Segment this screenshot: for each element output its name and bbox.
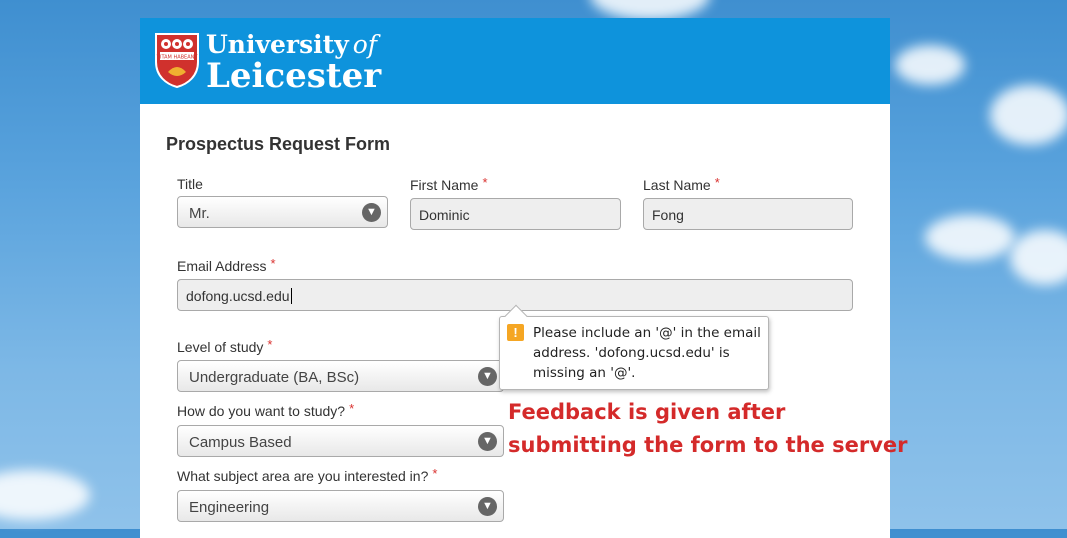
cloud bbox=[0, 470, 90, 520]
svg-text:VITAM HABEANT: VITAM HABEANT bbox=[157, 55, 199, 61]
last-name-field[interactable]: Fong bbox=[643, 198, 853, 230]
form-title: Prospectus Request Form bbox=[166, 134, 391, 154]
chevron-down-icon: ▼ bbox=[478, 497, 497, 516]
site-header: VITAM HABEANT University of Leicester bbox=[140, 18, 890, 104]
title-label: Title bbox=[177, 176, 203, 192]
cloud bbox=[990, 85, 1067, 145]
email-label: Email Address * bbox=[177, 256, 276, 274]
cloud bbox=[895, 45, 965, 85]
level-of-study-select[interactable]: Undergraduate (BA, BSc) ▼ bbox=[177, 360, 504, 392]
subject-area-label: What subject area are you interested in?… bbox=[177, 466, 438, 484]
university-crest-icon: VITAM HABEANT bbox=[155, 33, 199, 88]
title-select[interactable]: Mr. ▼ bbox=[177, 196, 388, 228]
chevron-down-icon: ▼ bbox=[478, 432, 497, 451]
chevron-down-icon: ▼ bbox=[478, 367, 497, 386]
warning-icon: ! bbox=[507, 324, 524, 341]
subject-area-select[interactable]: Engineering ▼ bbox=[177, 490, 504, 522]
validation-tooltip: ! Please include an '@' in the email add… bbox=[499, 304, 769, 390]
form-panel: VITAM HABEANT University of Leicester Pro… bbox=[140, 18, 908, 538]
cloud bbox=[590, 0, 710, 20]
validation-message: Please include an '@' in the email addre… bbox=[533, 325, 761, 381]
study-mode-select[interactable]: Campus Based ▼ bbox=[177, 425, 504, 457]
first-name-field[interactable]: Dominic bbox=[410, 198, 621, 230]
text-caret bbox=[290, 288, 292, 304]
last-name-label: Last Name * bbox=[643, 175, 720, 193]
study-mode-label: How do you want to study? * bbox=[177, 401, 355, 419]
feedback-annotation: Feedback is given after submitting the f… bbox=[508, 400, 908, 457]
level-of-study-label: Level of study * bbox=[177, 337, 273, 355]
logo-leicester: Leicester bbox=[206, 56, 382, 96]
logo-university: University of bbox=[206, 30, 378, 59]
first-name-label: First Name * bbox=[410, 175, 488, 193]
chevron-down-icon: ▼ bbox=[362, 203, 381, 222]
cloud bbox=[1010, 230, 1067, 285]
cloud bbox=[925, 215, 1015, 260]
